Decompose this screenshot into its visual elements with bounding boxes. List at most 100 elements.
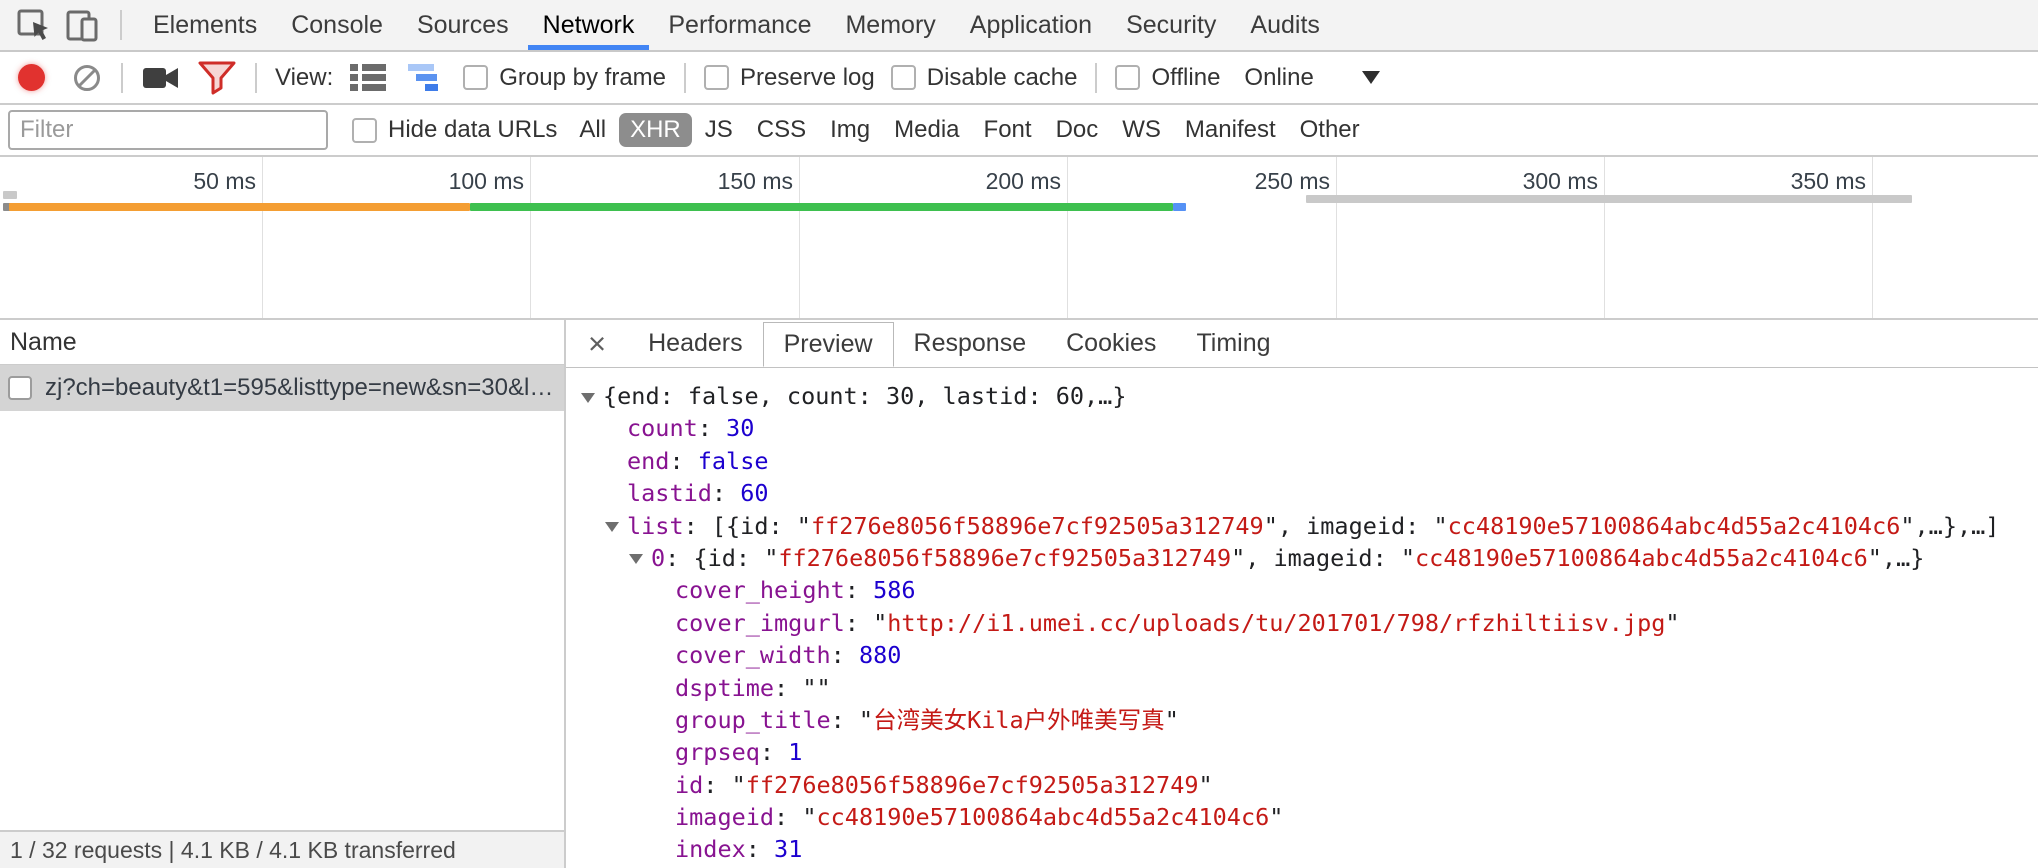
json-token-plain: : (669, 447, 697, 475)
request-row[interactable]: zj?ch=beauty&t1=595&listtype=new&sn=30&l… (0, 365, 564, 411)
capture-screenshots-button[interactable] (142, 63, 180, 93)
tab-memory[interactable]: Memory (828, 0, 952, 50)
tab-security[interactable]: Security (1109, 0, 1233, 50)
filter-type-font[interactable]: Font (973, 113, 1043, 147)
json-token-key: cover_width (675, 641, 831, 669)
filter-type-doc[interactable]: Doc (1045, 113, 1110, 147)
detail-tab-preview[interactable]: Preview (763, 322, 894, 367)
tab-performance[interactable]: Performance (651, 0, 828, 50)
json-line[interactable]: index: 31 (566, 833, 2038, 865)
json-token-str: cc48190e57100864abc4d55a2c4104c6 (1415, 544, 1868, 572)
filter-toggle-button[interactable] (198, 61, 236, 95)
json-token-plain: " (1269, 803, 1283, 831)
json-line[interactable]: lastid: 60 (566, 477, 2038, 509)
tab-application[interactable]: Application (953, 0, 1109, 50)
hide-data-urls-option[interactable]: Hide data URLs (352, 116, 557, 144)
separator (120, 10, 122, 40)
json-token-key: grpseq (675, 738, 760, 766)
inspect-element-button[interactable] (14, 5, 54, 45)
chevron-down-icon[interactable] (1362, 71, 1380, 84)
json-line[interactable]: imageid: "cc48190e57100864abc4d55a2c4104… (566, 801, 2038, 833)
use-large-rows-button[interactable] (348, 62, 388, 93)
expand-arrow-icon[interactable] (629, 554, 643, 564)
hide-data-urls-label: Hide data URLs (388, 116, 557, 144)
close-icon[interactable]: × (578, 328, 616, 359)
filter-type-media[interactable]: Media (883, 113, 970, 147)
separator (1095, 63, 1097, 93)
tab-network[interactable]: Network (526, 0, 652, 50)
expand-arrow-icon[interactable] (581, 393, 595, 403)
json-token-plain: : "" (774, 674, 831, 702)
filter-type-img[interactable]: Img (819, 113, 881, 147)
json-line[interactable]: list: [{id: "ff276e8056f58896e7cf92505a3… (566, 510, 2038, 542)
name-header-label: Name (10, 328, 77, 357)
json-line[interactable]: cover_width: 880 (566, 639, 2038, 671)
json-token-plain: : (746, 835, 774, 863)
camera-icon (142, 63, 180, 93)
status-bar: 1 / 32 requests | 4.1 KB / 4.1 KB transf… (0, 830, 564, 868)
filter-type-all[interactable]: All (568, 113, 617, 147)
preserve-log-checkbox[interactable] (704, 65, 729, 90)
filter-type-xhr[interactable]: XHR (619, 113, 692, 147)
json-line[interactable]: cover_imgurl: "http://i1.umei.cc/uploads… (566, 607, 2038, 639)
json-line[interactable]: count: 30 (566, 412, 2038, 444)
hide-data-urls-checkbox[interactable] (352, 118, 377, 143)
filter-type-manifest[interactable]: Manifest (1174, 113, 1287, 147)
offline-checkbox[interactable] (1115, 65, 1140, 90)
json-line[interactable]: group_title: "台湾美女Kila户外唯美写真" (566, 704, 2038, 736)
json-line[interactable]: end: false (566, 445, 2038, 477)
expand-arrow-icon[interactable] (605, 522, 619, 532)
disable-cache-checkbox[interactable] (891, 65, 916, 90)
group-by-frame-label: Group by frame (499, 64, 666, 92)
overview-request-bar (1173, 203, 1186, 211)
funnel-icon (198, 61, 236, 95)
group-by-frame-checkbox[interactable] (463, 65, 488, 90)
detail-tab-cookies[interactable]: Cookies (1046, 321, 1176, 367)
tab-console[interactable]: Console (274, 0, 400, 50)
panel-tabs: ElementsConsoleSourcesNetworkPerformance… (136, 0, 1337, 50)
timeline-gridline (799, 157, 800, 318)
json-token-key: lastid (627, 479, 712, 507)
timeline-tick-label: 50 ms (62, 168, 256, 195)
show-overview-button[interactable] (406, 62, 446, 93)
filter-type-other[interactable]: Other (1289, 113, 1371, 147)
request-detail-panel: × HeadersPreviewResponseCookiesTiming {e… (566, 320, 2038, 868)
request-checkbox[interactable] (8, 376, 32, 400)
json-token-key: count (627, 414, 698, 442)
tab-audits[interactable]: Audits (1233, 0, 1336, 50)
offline-option[interactable]: Offline (1115, 64, 1220, 92)
preserve-log-option[interactable]: Preserve log (704, 64, 875, 92)
json-token-key: dsptime (675, 674, 774, 702)
record-network-log-button[interactable] (18, 64, 45, 91)
filter-type-ws[interactable]: WS (1111, 113, 1172, 147)
json-line[interactable]: dsptime: "" (566, 672, 2038, 704)
clear-button[interactable] (72, 63, 102, 93)
network-filter-bar: Hide data URLs AllXHRJSCSSImgMediaFontDo… (0, 105, 2038, 157)
filter-input[interactable] (8, 110, 328, 150)
detail-tab-headers[interactable]: Headers (628, 321, 763, 367)
disable-cache-option[interactable]: Disable cache (891, 64, 1078, 92)
detail-tab-response[interactable]: Response (894, 321, 1047, 367)
json-token-plain: ",…} (1868, 544, 1925, 572)
network-overview[interactable]: 50 ms100 ms150 ms200 ms250 ms300 ms350 m… (0, 157, 2038, 320)
throttling-select[interactable]: Online (1244, 64, 1313, 92)
filter-type-css[interactable]: CSS (746, 113, 817, 147)
json-line[interactable]: cover_height: 586 (566, 574, 2038, 606)
json-token-plain: " (1665, 609, 1679, 637)
json-token-key: imageid (675, 803, 774, 831)
json-line[interactable]: 0: {id: "ff276e8056f58896e7cf92505a31274… (566, 542, 2038, 574)
toggle-device-toolbar-button[interactable] (62, 5, 102, 45)
group-by-frame-option[interactable]: Group by frame (463, 64, 666, 92)
filter-type-js[interactable]: JS (694, 113, 744, 147)
json-line[interactable]: id: "ff276e8056f58896e7cf92505a312749" (566, 769, 2038, 801)
json-token-str: cc48190e57100864abc4d55a2c4104c6 (817, 803, 1270, 831)
tab-sources[interactable]: Sources (400, 0, 526, 50)
timeline-tick-label: 250 ms (1136, 168, 1330, 195)
tab-elements[interactable]: Elements (136, 0, 274, 50)
json-line[interactable]: grpseq: 1 (566, 736, 2038, 768)
detail-tab-timing[interactable]: Timing (1176, 321, 1290, 367)
json-line[interactable]: {end: false, count: 30, lastid: 60,…} (566, 380, 2038, 412)
json-token-key: list (627, 512, 684, 540)
json-token-plain: " (1199, 771, 1213, 799)
column-header-name[interactable]: Name (0, 320, 564, 365)
